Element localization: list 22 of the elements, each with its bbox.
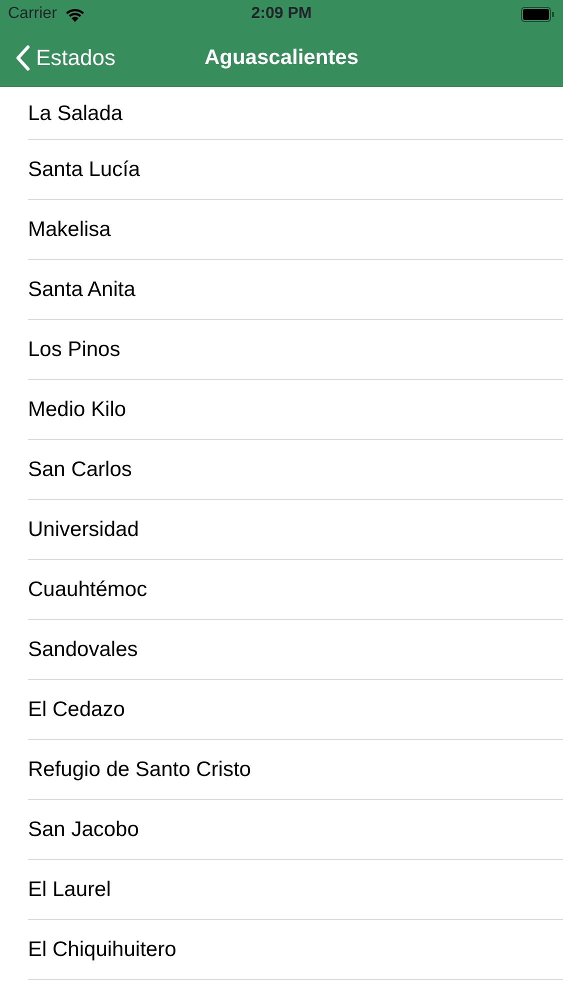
list-item[interactable]: Medio Kilo	[28, 394, 126, 426]
list-item[interactable]: Refugio de Santo Cristo	[28, 754, 251, 786]
wifi-icon	[64, 6, 85, 22]
carrier-label: Carrier	[8, 4, 57, 24]
list-item[interactable]: San Jacobo	[28, 814, 139, 846]
list-item[interactable]: Santa Anita	[28, 274, 136, 306]
list-item[interactable]: El Cedazo	[28, 694, 125, 726]
list-item[interactable]: Sandovales	[28, 634, 138, 666]
clock-label: 2:09 PM	[251, 4, 312, 24]
list-item[interactable]: Santa Lucía	[28, 154, 140, 186]
list-item[interactable]: Los Pinos	[28, 334, 120, 366]
list-item[interactable]: Makelisa	[28, 214, 111, 246]
list-item[interactable]: El Laurel	[28, 874, 111, 906]
list-item[interactable]: San Carlos	[28, 454, 132, 486]
list-item[interactable]: La Salada	[28, 98, 123, 130]
chevron-left-icon	[16, 44, 30, 70]
list-item[interactable]: Cuauhtémoc	[28, 574, 148, 606]
list-item[interactable]: El Chiquihuitero	[28, 934, 176, 966]
battery-icon	[521, 6, 555, 22]
screen-title: Aguascalientes	[204, 45, 359, 71]
back-button[interactable]: Estados	[0, 28, 116, 87]
list-item[interactable]: Universidad	[28, 514, 139, 546]
